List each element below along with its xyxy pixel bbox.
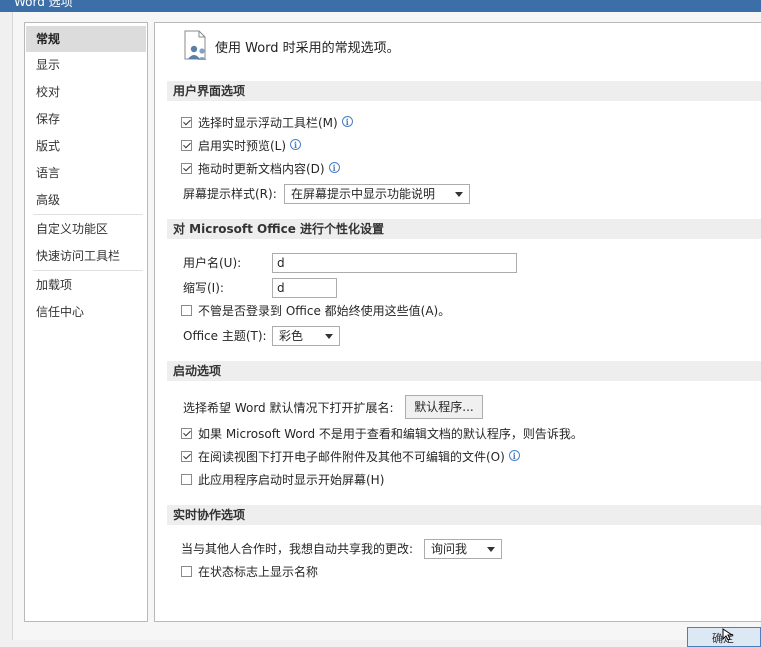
section-ui-options: 用户界面选项 (167, 81, 761, 101)
sidebar-item-quick-access-toolbar[interactable]: 快速访问工具栏 (26, 243, 146, 269)
sidebar-item-general[interactable]: 常规 (26, 26, 146, 52)
screentip-style-dropdown[interactable]: 在屏幕提示中显示功能说明 (284, 184, 470, 204)
section-coauthoring: 实时协作选项 (167, 505, 761, 525)
title-bar: Word 选项 (0, 0, 761, 12)
default-extensions-label: 选择希望 Word 默认情况下打开扩展名: (183, 401, 394, 415)
sidebar-item-addins[interactable]: 加载项 (26, 272, 146, 298)
sidebar-item-trust-center[interactable]: 信任中心 (26, 299, 146, 325)
initials-input[interactable]: d (272, 278, 337, 298)
sidebar-item-save[interactable]: 保存 (26, 106, 146, 132)
sidebar-item-proofing[interactable]: 校对 (26, 79, 146, 105)
always-use-values-label: 不管是否登录到 Office 都始终使用这些值(A)。 (198, 304, 451, 318)
dropdown-arrow-icon (487, 547, 495, 552)
office-theme-value: 彩色 (279, 329, 304, 343)
sidebar-item-customize-ribbon[interactable]: 自定义功能区 (26, 216, 146, 242)
start-screen-checkbox[interactable] (181, 474, 192, 485)
mouse-pointer-icon (722, 628, 734, 640)
share-changes-dropdown[interactable]: 询问我 (424, 539, 502, 559)
show-names-option[interactable]: 在状态标志上显示名称 (181, 563, 318, 581)
options-main-panel: 使用 Word 时采用的常规选项。 用户界面选项 选择时显示浮动工具栏(M) i … (154, 22, 761, 622)
live-preview-label: 启用实时预览(L) (198, 139, 287, 153)
sidebar-item-display[interactable]: 显示 (26, 52, 146, 78)
username-value: d (277, 256, 285, 270)
office-theme-label: Office 主题(T): (183, 329, 267, 343)
initials-label: 缩写(I): (183, 281, 224, 295)
dropdown-arrow-icon (455, 192, 463, 197)
mini-toolbar-option[interactable]: 选择时显示浮动工具栏(M) i (181, 114, 353, 132)
update-while-drag-label: 拖动时更新文档内容(D) (198, 162, 325, 176)
window-title: Word 选项 (14, 0, 73, 9)
start-screen-option[interactable]: 此应用程序启动时显示开始屏幕(H) (181, 471, 384, 489)
reading-view-label: 在阅读视图下打开电子邮件附件及其他不可编辑的文件(O) (198, 450, 505, 464)
options-sidebar: 常规 显示 校对 保存 版式 语言 高级 自定义功能区 快速访问工具栏 加载项 … (24, 22, 148, 622)
section-startup: 启动选项 (167, 361, 761, 381)
screentip-style-value: 在屏幕提示中显示功能说明 (291, 187, 436, 201)
tell-me-default-option[interactable]: 如果 Microsoft Word 不是用于查看和编辑文档的默认程序，则告诉我。 (181, 425, 583, 443)
show-names-label: 在状态标志上显示名称 (198, 565, 319, 579)
tell-me-default-checkbox[interactable] (181, 428, 192, 439)
update-while-drag-checkbox[interactable] (181, 163, 192, 174)
sidebar-item-layout[interactable]: 版式 (26, 133, 146, 159)
mini-toolbar-label: 选择时显示浮动工具栏(M) (198, 116, 338, 130)
info-icon[interactable]: i (328, 162, 340, 173)
start-screen-label: 此应用程序启动时显示开始屏幕(H) (198, 473, 385, 487)
always-use-values-option[interactable]: 不管是否登录到 Office 都始终使用这些值(A)。 (181, 302, 450, 320)
live-preview-checkbox[interactable] (181, 140, 192, 151)
default-programs-button[interactable]: 默认程序... (405, 395, 483, 419)
office-theme-dropdown[interactable]: 彩色 (272, 326, 340, 346)
reading-view-option[interactable]: 在阅读视图下打开电子邮件附件及其他不可编辑的文件(O) i (181, 448, 520, 466)
share-changes-label: 当与其他人合作时，我想自动共享我的更改: (181, 542, 414, 556)
reading-view-checkbox[interactable] (181, 451, 192, 462)
info-icon[interactable]: i (341, 116, 353, 127)
sidebar-item-advanced[interactable]: 高级 (26, 187, 146, 213)
info-icon[interactable]: i (508, 450, 520, 461)
tell-me-default-label: 如果 Microsoft Word 不是用于查看和编辑文档的默认程序，则告诉我。 (198, 427, 583, 441)
section-personalize: 对 Microsoft Office 进行个性化设置 (167, 219, 761, 239)
share-changes-value: 询问我 (431, 542, 468, 556)
always-use-values-checkbox[interactable] (181, 305, 192, 316)
general-options-icon (184, 30, 207, 60)
initials-value: d (277, 281, 285, 295)
live-preview-option[interactable]: 启用实时预览(L) i (181, 137, 302, 155)
username-input[interactable]: d (272, 253, 517, 273)
show-names-checkbox[interactable] (181, 566, 192, 577)
sidebar-divider (33, 214, 143, 215)
sidebar-item-language[interactable]: 语言 (26, 160, 146, 186)
info-icon[interactable]: i (290, 139, 302, 150)
mini-toolbar-checkbox[interactable] (181, 117, 192, 128)
screentip-style-label: 屏幕提示样式(R): (183, 187, 277, 201)
sidebar-divider (33, 270, 143, 271)
username-label: 用户名(U): (183, 256, 242, 270)
update-while-drag-option[interactable]: 拖动时更新文档内容(D) i (181, 160, 340, 178)
page-header: 使用 Word 时采用的常规选项。 (215, 41, 400, 56)
dropdown-arrow-icon (325, 334, 333, 339)
